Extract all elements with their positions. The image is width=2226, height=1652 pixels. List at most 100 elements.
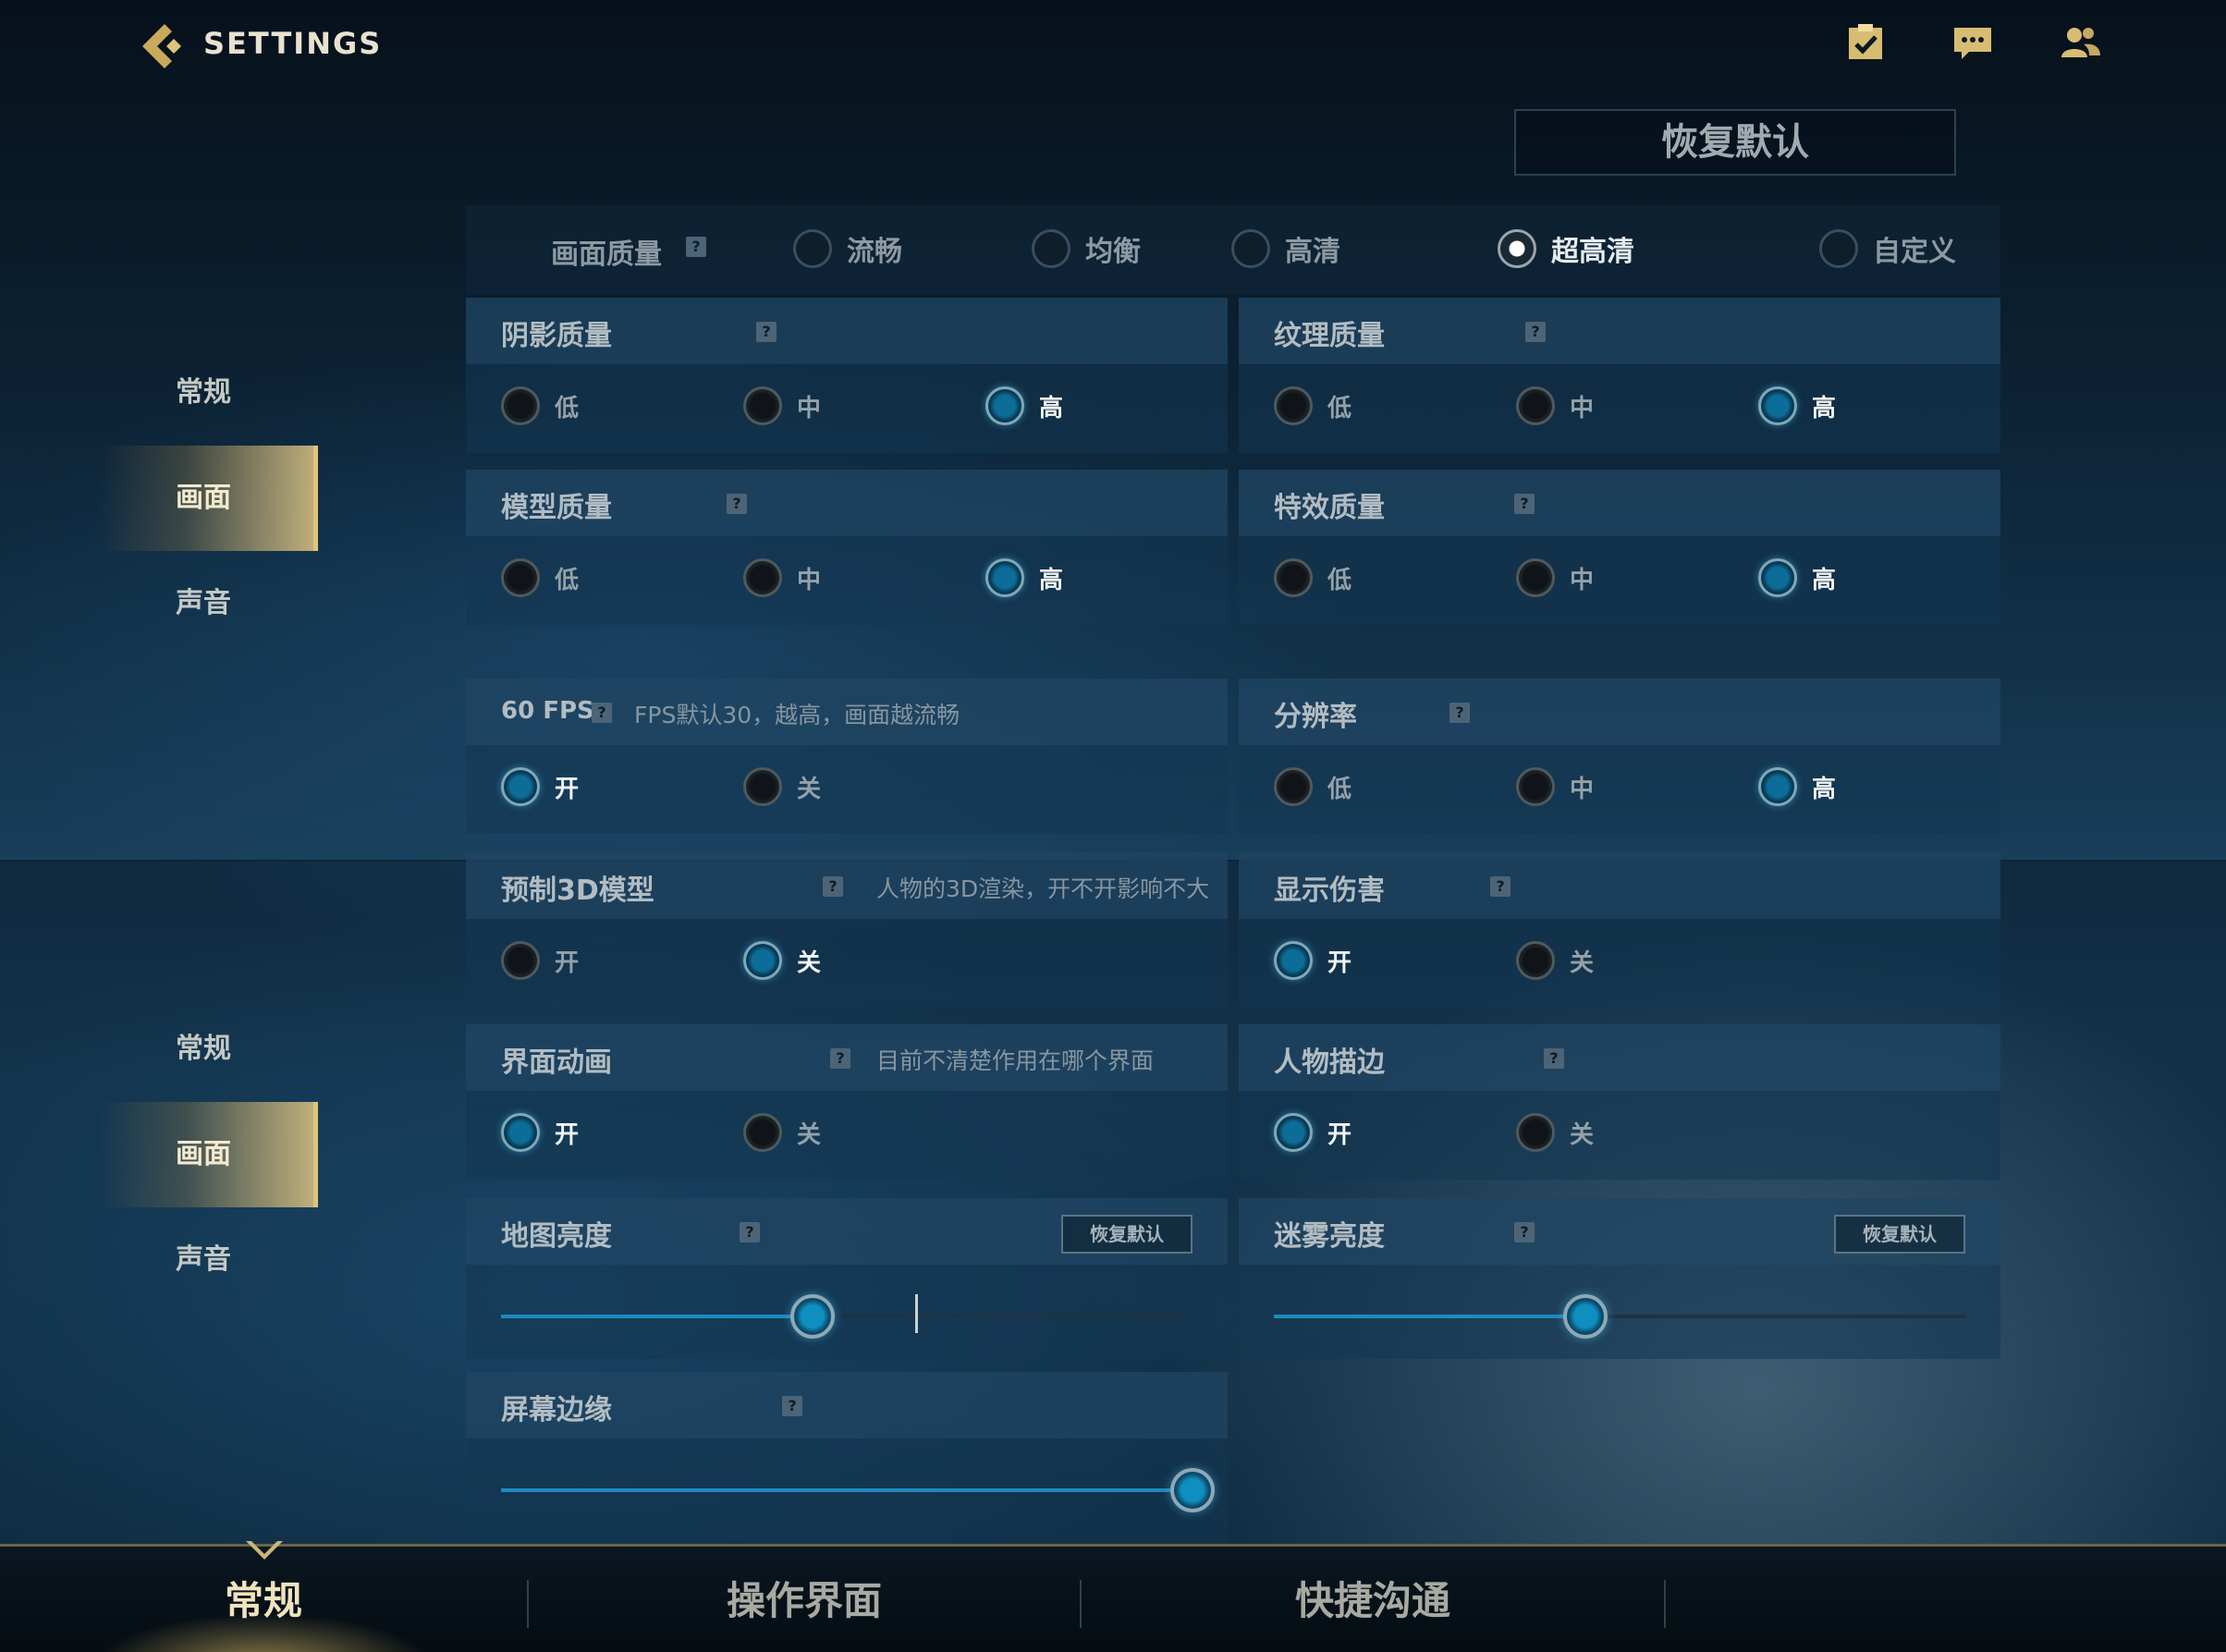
- option-high[interactable]: 高: [1758, 767, 1836, 806]
- option-low[interactable]: 低: [1274, 558, 1352, 597]
- help-icon[interactable]: ?: [1525, 322, 1546, 342]
- radio-icon[interactable]: [501, 941, 540, 980]
- option-on[interactable]: 开: [501, 941, 579, 980]
- radio-icon[interactable]: [1819, 229, 1858, 268]
- help-icon[interactable]: ?: [727, 494, 747, 514]
- chat-icon[interactable]: [1952, 22, 1993, 63]
- help-icon[interactable]: ?: [1544, 1048, 1564, 1069]
- radio-icon[interactable]: [743, 767, 782, 806]
- radio-icon[interactable]: [1516, 1113, 1555, 1152]
- side-item-general[interactable]: 常规: [100, 997, 318, 1102]
- option-high[interactable]: 高: [1758, 386, 1836, 425]
- option-off[interactable]: 关: [1516, 941, 1594, 980]
- radio-selected-icon[interactable]: [985, 558, 1024, 597]
- option-off[interactable]: 关: [743, 941, 821, 980]
- side-item-sound[interactable]: 声音: [100, 551, 318, 656]
- help-icon[interactable]: ?: [782, 1396, 802, 1416]
- option-high[interactable]: 高: [985, 558, 1063, 597]
- quality-option-balanced[interactable]: 均衡: [1032, 226, 1141, 272]
- radio-icon[interactable]: [1516, 767, 1555, 806]
- radio-selected-icon[interactable]: [1274, 941, 1313, 980]
- side-item-sound[interactable]: 声音: [100, 1207, 318, 1313]
- radio-selected-icon[interactable]: [1274, 1113, 1313, 1152]
- help-icon[interactable]: ?: [756, 322, 777, 342]
- fog-brightness-slider-thumb[interactable]: [1562, 1294, 1608, 1339]
- help-icon[interactable]: ?: [1449, 703, 1470, 723]
- map-brightness-reset-button[interactable]: 恢复默认: [1061, 1215, 1192, 1254]
- panel-character-outline: 人物描边? 开 关: [1239, 1024, 2000, 1180]
- radio-selected-icon[interactable]: [1758, 767, 1797, 806]
- help-icon[interactable]: ?: [740, 1222, 760, 1242]
- option-off[interactable]: 关: [743, 1113, 821, 1152]
- radio-selected-icon[interactable]: [501, 767, 540, 806]
- option-high[interactable]: 高: [985, 386, 1063, 425]
- option-low[interactable]: 低: [501, 386, 579, 425]
- option-on[interactable]: 开: [1274, 1113, 1352, 1152]
- radio-icon[interactable]: [1231, 229, 1270, 268]
- screen-edge-slider-thumb[interactable]: [1170, 1468, 1215, 1512]
- radio-selected-icon[interactable]: [1758, 558, 1797, 597]
- help-icon[interactable]: ?: [1514, 494, 1535, 514]
- panel-texture-quality: 纹理质量? 低 中 高: [1239, 298, 2000, 453]
- panel-screen-edge: 屏幕边缘?: [466, 1372, 1228, 1544]
- back-arrow-icon[interactable]: [137, 20, 189, 72]
- quality-option-custom[interactable]: 自定义: [1819, 226, 1956, 272]
- option-low[interactable]: 低: [501, 558, 579, 597]
- radio-icon[interactable]: [743, 558, 782, 597]
- option-medium[interactable]: 中: [1516, 767, 1594, 806]
- radio-icon[interactable]: [1516, 386, 1555, 425]
- checklist-icon[interactable]: [1845, 22, 1886, 63]
- option-medium[interactable]: 中: [1516, 558, 1594, 597]
- fog-brightness-reset-button[interactable]: 恢复默认: [1834, 1215, 1965, 1254]
- tab-quick-chat[interactable]: 快捷沟通: [1082, 1547, 1664, 1652]
- panel-title: 60 FPS: [501, 697, 594, 725]
- option-on[interactable]: 开: [501, 1113, 579, 1152]
- radio-icon[interactable]: [1516, 941, 1555, 980]
- radio-icon[interactable]: [743, 386, 782, 425]
- restore-default-button[interactable]: 恢复默认: [1514, 109, 1956, 176]
- panel-show-damage: 显示伤害? 开 关: [1239, 852, 2000, 1008]
- radio-icon[interactable]: [743, 1113, 782, 1152]
- radio-selected-icon[interactable]: [501, 1113, 540, 1152]
- radio-selected-icon[interactable]: [985, 386, 1024, 425]
- radio-selected-icon[interactable]: [1758, 386, 1797, 425]
- radio-icon[interactable]: [501, 386, 540, 425]
- option-on[interactable]: 开: [1274, 941, 1352, 980]
- quality-option-smooth[interactable]: 流畅: [793, 226, 902, 272]
- side-nav-secondary: 常规 画面 声音: [100, 997, 318, 1313]
- radio-icon[interactable]: [1274, 767, 1313, 806]
- radio-icon[interactable]: [1516, 558, 1555, 597]
- side-item-graphics[interactable]: 画面: [100, 1102, 318, 1207]
- radio-icon[interactable]: [1032, 229, 1070, 268]
- map-brightness-slider-thumb[interactable]: [789, 1294, 835, 1339]
- radio-icon[interactable]: [1274, 386, 1313, 425]
- help-icon[interactable]: ?: [686, 237, 706, 257]
- option-off[interactable]: 关: [743, 767, 821, 806]
- radio-icon[interactable]: [793, 229, 832, 268]
- side-item-general[interactable]: 常规: [100, 340, 318, 446]
- help-icon[interactable]: ?: [823, 876, 843, 897]
- radio-icon[interactable]: [1274, 558, 1313, 597]
- option-low[interactable]: 低: [1274, 767, 1352, 806]
- help-icon[interactable]: ?: [592, 703, 612, 723]
- option-low[interactable]: 低: [1274, 386, 1352, 425]
- side-item-graphics[interactable]: 画面: [100, 446, 318, 551]
- quality-option-hd[interactable]: 高清: [1231, 226, 1340, 272]
- quality-option-ultra[interactable]: 超高清: [1498, 226, 1634, 272]
- radio-selected-icon[interactable]: [743, 941, 782, 980]
- option-medium[interactable]: 中: [743, 386, 821, 425]
- tab-general[interactable]: 常规: [0, 1547, 527, 1652]
- option-off[interactable]: 关: [1516, 1113, 1594, 1152]
- help-icon[interactable]: ?: [830, 1048, 850, 1069]
- option-medium[interactable]: 中: [743, 558, 821, 597]
- friends-icon[interactable]: [2060, 22, 2100, 63]
- tab-controls[interactable]: 操作界面: [529, 1547, 1080, 1652]
- option-high[interactable]: 高: [1758, 558, 1836, 597]
- panel-note: 目前不清楚作用在哪个界面: [876, 1047, 1155, 1074]
- radio-selected-icon[interactable]: [1498, 229, 1536, 268]
- help-icon[interactable]: ?: [1490, 876, 1510, 897]
- radio-icon[interactable]: [501, 558, 540, 597]
- option-on[interactable]: 开: [501, 767, 579, 806]
- option-medium[interactable]: 中: [1516, 386, 1594, 425]
- help-icon[interactable]: ?: [1514, 1222, 1535, 1242]
